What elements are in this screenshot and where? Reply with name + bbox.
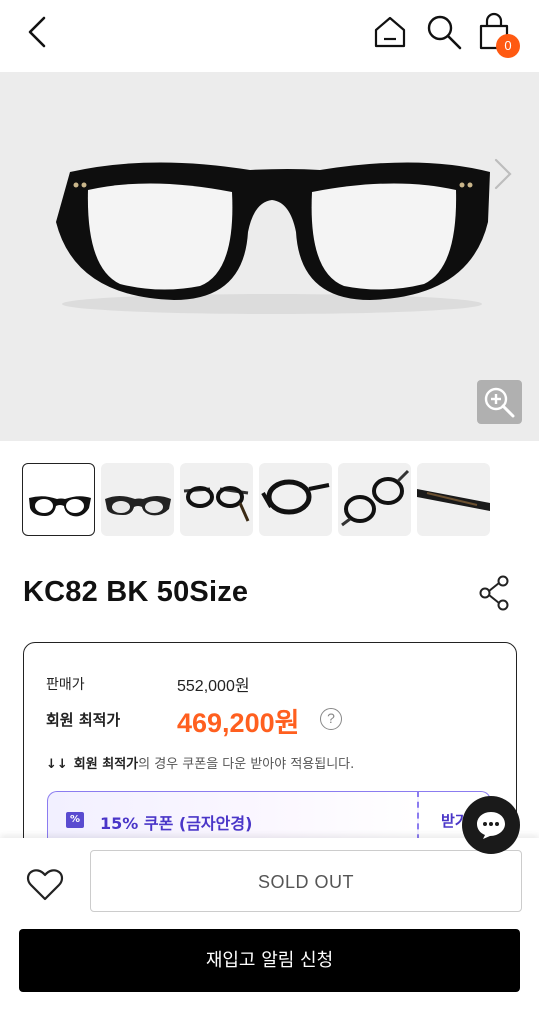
restock-alert-button[interactable]: 재입고 알림 신청 bbox=[19, 929, 520, 992]
member-price-label: 회원 최적가 bbox=[46, 711, 121, 729]
thumbnail-1[interactable] bbox=[22, 463, 95, 536]
zoom-in-icon bbox=[484, 387, 515, 418]
thumbnail-2[interactable] bbox=[101, 463, 174, 536]
chat-bubble-icon bbox=[477, 812, 505, 839]
member-price-value: 469,200원 bbox=[177, 708, 300, 738]
zoom-button[interactable] bbox=[477, 380, 522, 424]
coupon-note-text: 의 경우 쿠폰을 다운 받아야 적용됩니다. bbox=[138, 757, 355, 772]
down-arrow-icon: ↓↓ bbox=[46, 757, 68, 772]
help-icon[interactable]: ? bbox=[320, 708, 342, 730]
home-icon[interactable] bbox=[372, 14, 408, 50]
cart-count-badge: 0 bbox=[496, 34, 520, 58]
product-main-image bbox=[56, 162, 490, 314]
coupon-note-highlight: 회원 최적가 bbox=[73, 757, 139, 772]
thumbnail-4[interactable] bbox=[259, 463, 332, 536]
sold-out-button[interactable]: SOLD OUT bbox=[90, 850, 522, 912]
sale-price-value: 552,000원 bbox=[177, 678, 250, 695]
coupon-note: ↓↓ 회원 최적가의 경우 쿠폰을 다운 받아야 적용됩니다. bbox=[46, 753, 354, 772]
thumbnail-6[interactable] bbox=[417, 463, 490, 536]
heart-icon[interactable] bbox=[26, 868, 64, 902]
share-icon[interactable] bbox=[478, 574, 512, 612]
thumbnail-3[interactable] bbox=[180, 463, 253, 536]
coupon-icon: % bbox=[66, 812, 84, 828]
sale-price-label: 판매가 bbox=[46, 677, 85, 693]
top-navigation-bar: 0 bbox=[0, 0, 539, 72]
search-icon[interactable] bbox=[424, 12, 464, 52]
product-title: KC82 BK 50Size bbox=[23, 576, 249, 608]
chat-button[interactable] bbox=[462, 796, 520, 854]
next-image-chevron-icon[interactable] bbox=[488, 154, 518, 194]
bottom-action-bar: SOLD OUT 재입고 알림 신청 bbox=[0, 838, 539, 1024]
back-icon[interactable] bbox=[22, 14, 54, 50]
product-image-carousel[interactable] bbox=[0, 72, 539, 441]
coupon-label: 15% 쿠폰 (금자안경) bbox=[100, 814, 253, 833]
thumbnail-5[interactable] bbox=[338, 463, 411, 536]
